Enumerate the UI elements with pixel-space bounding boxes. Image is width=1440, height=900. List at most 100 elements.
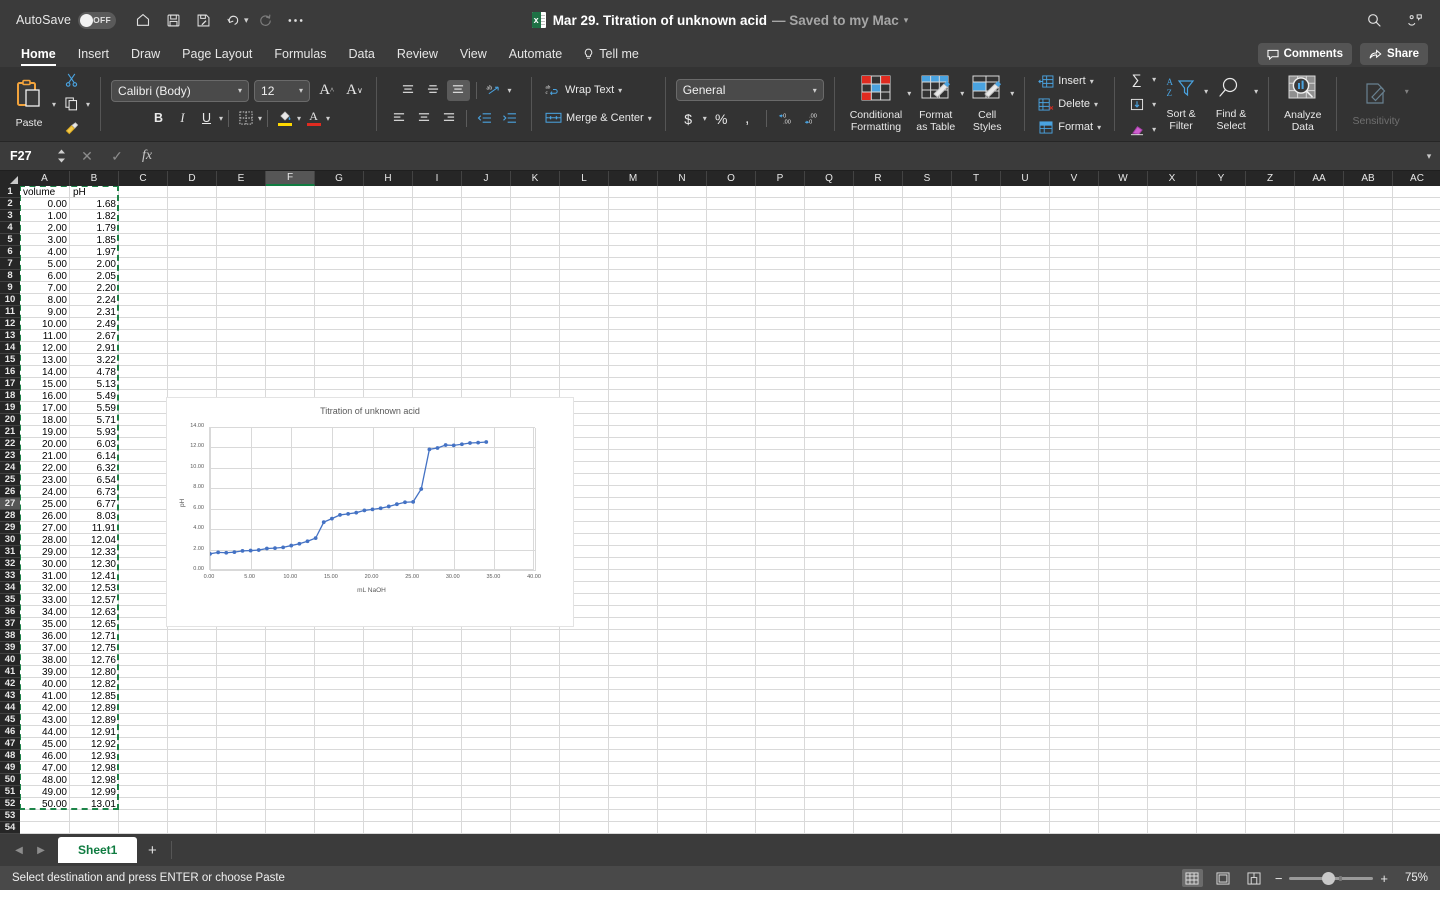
row-header-16[interactable]: 16 [0,366,20,378]
cell-A27[interactable]: 25.00 [20,498,70,510]
column-header-e[interactable]: E [217,171,266,186]
analyze-data-button[interactable]: Analyze Data [1279,75,1326,133]
cell-A2[interactable]: 0.00 [20,198,70,210]
wrap-text-dropdown-icon[interactable]: ▾ [618,86,622,95]
column-header-b[interactable]: B [70,171,119,186]
column-header-q[interactable]: Q [805,171,854,186]
row-header-47[interactable]: 47 [0,738,20,750]
cell-B38[interactable]: 12.71 [70,630,119,642]
tab-formulas[interactable]: Formulas [263,47,337,67]
row-header-43[interactable]: 43 [0,690,20,702]
cell-styles-dropdown-icon[interactable]: ▾ [1010,89,1014,98]
column-header-aa[interactable]: AA [1295,171,1344,186]
cell-B41[interactable]: 12.80 [70,666,119,678]
row-header-35[interactable]: 35 [0,594,20,606]
row-header-17[interactable]: 17 [0,378,20,390]
row-header-36[interactable]: 36 [0,606,20,618]
percent-format-icon[interactable]: % [710,108,733,129]
column-header-w[interactable]: W [1099,171,1148,186]
tab-review[interactable]: Review [386,47,449,67]
cell-A28[interactable]: 26.00 [20,510,70,522]
merge-center-dropdown-icon[interactable]: ▾ [648,114,652,123]
page-layout-icon[interactable] [1213,869,1234,887]
borders-icon[interactable] [234,108,257,129]
fill-dropdown-icon[interactable]: ▾ [1152,100,1156,109]
clear-icon[interactable] [1125,119,1148,140]
cell-A9[interactable]: 7.00 [20,282,70,294]
find-select-button[interactable]: Find & Select [1208,76,1254,132]
paste-dropdown-icon[interactable]: ▾ [52,100,56,109]
row-header-21[interactable]: 21 [0,426,20,438]
row-header-32[interactable]: 32 [0,558,20,570]
wrap-text-button[interactable]: ab c Wrap Text ▾ [542,81,625,100]
fill-icon[interactable] [1125,94,1148,115]
cell-B1[interactable]: pH [70,186,119,198]
cell-A23[interactable]: 21.00 [20,450,70,462]
row-header-50[interactable]: 50 [0,774,20,786]
cell-A25[interactable]: 23.00 [20,474,70,486]
autosum-icon[interactable]: ∑ [1125,69,1148,90]
row-header-27[interactable]: 27 [0,498,20,510]
row-header-10[interactable]: 10 [0,294,20,306]
cell-B26[interactable]: 6.73 [70,486,119,498]
borders-dropdown-icon[interactable]: ▾ [258,114,262,123]
undo-dropdown-icon[interactable]: ▾ [244,15,249,26]
row-header-38[interactable]: 38 [0,630,20,642]
currency-dropdown-icon[interactable]: ▾ [703,114,707,123]
cell-A45[interactable]: 43.00 [20,714,70,726]
sheet-tab-sheet1[interactable]: Sheet1 [58,837,138,863]
row-header-26[interactable]: 26 [0,486,20,498]
cell-A24[interactable]: 22.00 [20,462,70,474]
cell-A29[interactable]: 27.00 [20,522,70,534]
cell-A8[interactable]: 6.00 [20,270,70,282]
row-header-4[interactable]: 4 [0,222,20,234]
cell-A39[interactable]: 37.00 [20,642,70,654]
cell-A30[interactable]: 28.00 [20,534,70,546]
find-select-dropdown-icon[interactable]: ▾ [1254,87,1258,96]
cell-A36[interactable]: 34.00 [20,606,70,618]
zoom-knob[interactable] [1322,871,1336,885]
column-header-d[interactable]: D [168,171,217,186]
cell-B15[interactable]: 3.22 [70,354,119,366]
column-header-r[interactable]: R [854,171,903,186]
fill-color-icon[interactable] [273,108,296,129]
cell-B28[interactable]: 8.03 [70,510,119,522]
home-icon[interactable] [128,5,158,35]
row-header-28[interactable]: 28 [0,510,20,522]
cell-A42[interactable]: 40.00 [20,678,70,690]
cell-A33[interactable]: 31.00 [20,570,70,582]
currency-format-icon[interactable]: $ [677,108,700,129]
cell-A21[interactable]: 19.00 [20,426,70,438]
format-dropdown-icon[interactable]: ▾ [1097,123,1101,132]
cell-B33[interactable]: 12.41 [70,570,119,582]
increase-decimal-icon[interactable]: 0 .00 [774,108,797,129]
cell-B34[interactable]: 12.53 [70,582,119,594]
cell-A48[interactable]: 46.00 [20,750,70,762]
row-header-24[interactable]: 24 [0,462,20,474]
zoom-out-button[interactable]: − [1275,871,1283,886]
cell-B2[interactable]: 1.68 [70,198,119,210]
align-right-icon[interactable] [437,108,460,129]
share-button[interactable]: Share [1360,43,1428,65]
cell-B11[interactable]: 2.31 [70,306,119,318]
cell-B31[interactable]: 12.33 [70,546,119,558]
expand-formula-bar-icon[interactable]: ▾ [1418,151,1440,162]
cell-B19[interactable]: 5.59 [70,402,119,414]
conditional-formatting-button[interactable]: Conditional Formatting [845,75,908,133]
column-header-g[interactable]: G [315,171,364,186]
cell-A14[interactable]: 12.00 [20,342,70,354]
bold-button[interactable]: B [147,108,170,129]
font-color-dropdown-icon[interactable]: ▾ [326,114,330,123]
tab-draw[interactable]: Draw [120,47,171,67]
copy-dropdown-icon[interactable]: ▾ [86,100,90,109]
zoom-in-button[interactable]: + [1380,871,1388,886]
insert-function-button[interactable]: fx [132,148,162,164]
cell-A13[interactable]: 11.00 [20,330,70,342]
column-header-p[interactable]: P [756,171,805,186]
cell-B8[interactable]: 2.05 [70,270,119,282]
row-header-45[interactable]: 45 [0,714,20,726]
cell-A5[interactable]: 3.00 [20,234,70,246]
name-box[interactable]: F27 [0,142,72,171]
cell-A35[interactable]: 33.00 [20,594,70,606]
cell-A38[interactable]: 36.00 [20,630,70,642]
